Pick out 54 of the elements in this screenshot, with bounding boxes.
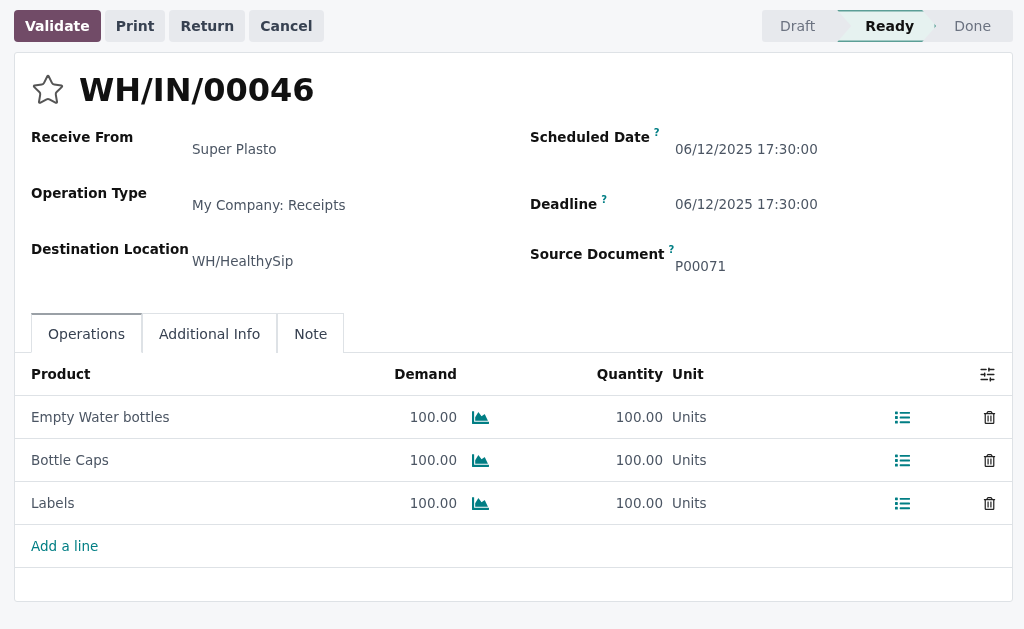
table-cell-text: Labels (31, 495, 76, 511)
table-cell-text: 100.00 (614, 495, 663, 511)
trash-icon[interactable] (983, 453, 996, 467)
help-mark[interactable]: ? (653, 127, 660, 138)
star-icon[interactable] (31, 73, 65, 107)
table-cell-text: 100.00 (408, 409, 457, 425)
table-cell-text: 100.00 (408, 452, 457, 468)
area-chart-icon[interactable] (471, 494, 489, 512)
field-label: Operation Type (31, 184, 147, 201)
table-cell-text: Empty Water bottles (31, 409, 171, 425)
field-label: Scheduled Date (530, 128, 650, 145)
add-line-link[interactable]: Add a line (31, 538, 99, 554)
field-label: Destination Location (31, 240, 189, 257)
status-stage[interactable]: Done (936, 10, 1013, 42)
table-cell-text: 100.00 (614, 409, 663, 425)
field-value[interactable]: WH/HealthySip (192, 235, 530, 291)
field-value[interactable]: My Company: Receipts (192, 179, 530, 235)
settings-icon[interactable] (979, 365, 996, 383)
help-mark[interactable]: ? (601, 193, 607, 205)
table-cell-text: Units (671, 452, 708, 468)
action-button[interactable]: Print (104, 10, 166, 42)
record-title: WH/IN/00046 (79, 71, 315, 109)
column-header: Quantity (595, 366, 663, 382)
field-value[interactable]: 06/12/2025 17:30:00 (675, 123, 996, 190)
field-label: Source Document (530, 245, 665, 263)
area-chart-icon[interactable] (471, 408, 489, 426)
status-stage[interactable]: Draft (762, 10, 838, 42)
action-button[interactable]: Cancel (249, 10, 324, 42)
trash-icon[interactable] (983, 410, 996, 424)
trash-icon[interactable] (983, 496, 996, 510)
tab[interactable]: Additional Info (141, 313, 278, 353)
field-value[interactable]: P00071 (675, 240, 996, 291)
table-cell-text: 100.00 (614, 452, 663, 468)
list-icon[interactable] (894, 452, 910, 468)
primary-button[interactable]: Validate (14, 10, 101, 42)
status-stage[interactable]: Ready (837, 10, 937, 42)
list-icon[interactable] (894, 495, 910, 511)
field-value[interactable]: Super Plasto (192, 123, 530, 179)
action-button[interactable]: Return (169, 10, 246, 42)
tab[interactable]: Operations (31, 313, 142, 353)
field-label: Deadline (530, 194, 598, 212)
field-value[interactable]: 06/12/2025 17:30:00 (675, 189, 996, 241)
table-cell-text: Bottle Caps (31, 452, 110, 468)
area-chart-icon[interactable] (471, 451, 489, 469)
table-cell-text: 100.00 (408, 495, 457, 511)
list-icon[interactable] (894, 409, 910, 425)
tab[interactable]: Note (277, 313, 345, 353)
table-cell-text: Units (671, 409, 708, 425)
column-header: Unit (671, 366, 705, 382)
column-header: Product (31, 366, 92, 382)
help-mark[interactable]: ? (668, 244, 675, 256)
table-cell-text: Units (671, 495, 708, 511)
column-header: Demand (393, 366, 457, 382)
field-label: Receive From (31, 128, 134, 145)
